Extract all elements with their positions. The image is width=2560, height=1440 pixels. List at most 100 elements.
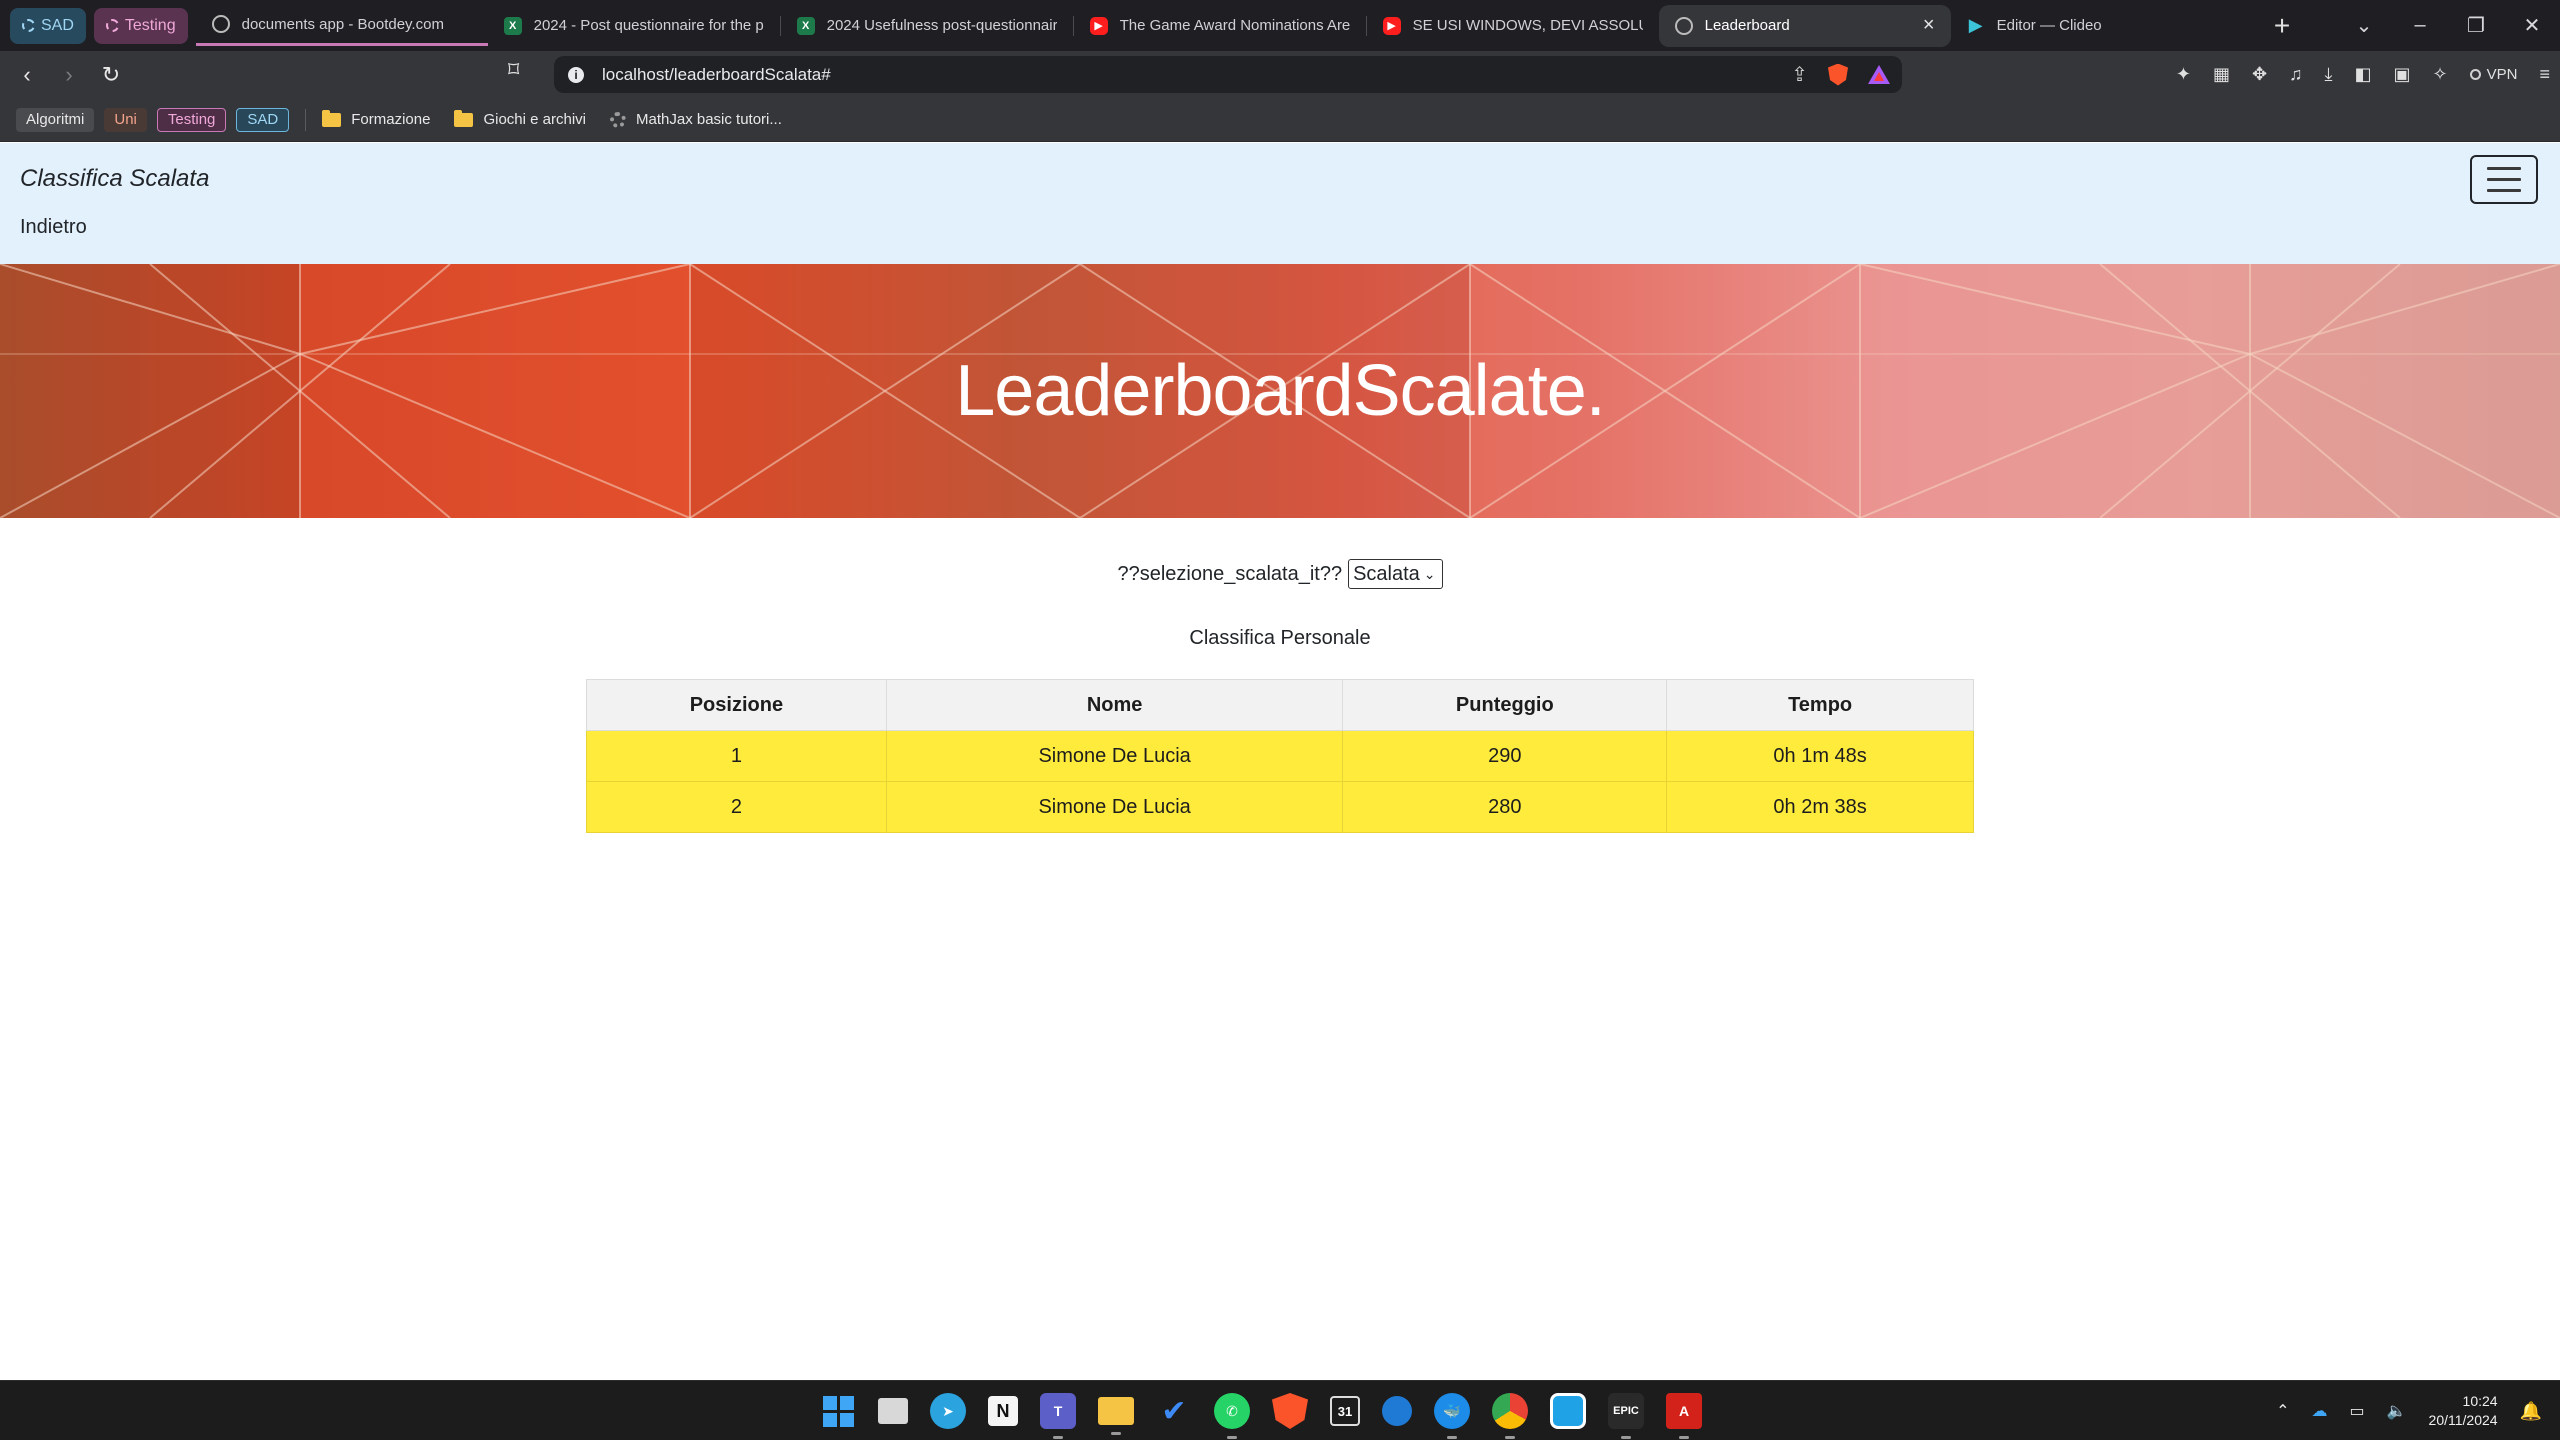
notion-icon[interactable]: N [988, 1396, 1018, 1426]
tab-group-sad[interactable]: SAD [10, 7, 86, 44]
extensions-puzzle-icon[interactable]: ✥ [2252, 64, 2267, 85]
forward-button[interactable]: › [50, 56, 88, 94]
new-tab-button[interactable]: + [2262, 6, 2302, 46]
close-tab-icon[interactable]: × [1923, 14, 1935, 37]
file-explorer-icon[interactable] [1098, 1397, 1134, 1435]
bookmark-group-testing[interactable]: Testing [156, 107, 227, 132]
address-text[interactable]: localhost/leaderboardScalata# [602, 65, 831, 85]
navbar-brand[interactable]: Classifica Scalata [20, 165, 209, 193]
epic-games-icon[interactable]: EPIC [1608, 1393, 1644, 1439]
table-row: 2 Simone De Lucia 280 0h 2m 38s [586, 781, 1974, 833]
whatsapp-icon[interactable]: ✆ [1214, 1393, 1250, 1439]
bookmark-label: Giochi e archivi [483, 111, 586, 128]
bookmark-folder-formazione[interactable]: Formazione [322, 109, 430, 128]
cell-nome: Simone De Lucia [885, 781, 1344, 833]
hamburger-bar [2487, 167, 2521, 170]
reload-button[interactable]: ↻ [92, 56, 130, 94]
menu-icon[interactable]: ≡ [2539, 64, 2550, 85]
scalata-select[interactable]: Scalata ⌄ [1348, 559, 1443, 589]
app-icon[interactable] [1550, 1393, 1586, 1429]
cell-posizione: 1 [586, 730, 887, 782]
bookmark-mathjax[interactable]: MathJax basic tutori... [610, 111, 782, 128]
task-view-icon[interactable] [878, 1398, 908, 1424]
table-row: 1 Simone De Lucia 290 0h 1m 48s [586, 730, 1974, 782]
windows-start-icon[interactable] [820, 1393, 856, 1429]
acrobat-icon[interactable]: A [1666, 1393, 1702, 1439]
qr-icon[interactable]: ▦ [2213, 64, 2230, 85]
bookmark-page-icon[interactable]: ⌑ [508, 57, 519, 83]
back-link[interactable]: Indietro [20, 216, 87, 239]
bookmark-label: MathJax basic tutori... [636, 111, 782, 128]
scalata-select-value: Scalata [1353, 562, 1420, 585]
volume-icon[interactable]: 🔈 [2387, 1401, 2407, 1421]
bookmark-group-uni[interactable]: Uni [104, 107, 147, 132]
clock[interactable]: 10:24 20/11/2024 [2429, 1392, 2498, 1430]
youtube-icon: ▶ [1089, 16, 1108, 35]
extension-icon[interactable]: ✦ [2176, 64, 2191, 85]
brave-icon[interactable] [1272, 1393, 1308, 1429]
network-icon[interactable]: ▭ [2350, 1401, 2365, 1421]
site-info-icon[interactable]: i [568, 66, 584, 83]
share-icon[interactable]: ⇪ [1791, 62, 1808, 87]
close-window-button[interactable]: ✕ [2504, 0, 2560, 51]
bookmark-group-sad[interactable]: SAD [236, 107, 290, 132]
leo-ai-icon[interactable]: ✧ [2433, 64, 2448, 85]
todo-icon[interactable]: ✔ [1156, 1393, 1192, 1429]
onedrive-icon[interactable]: ☁ [2312, 1401, 2328, 1421]
edge-icon[interactable] [1382, 1396, 1412, 1426]
tab-title: SE USI WINDOWS, DEVI ASSOLUTA [1412, 17, 1643, 34]
tab-documents-app[interactable]: documents app - Bootdey.com [195, 6, 488, 46]
tab-leaderboard[interactable]: Leaderboard × [1658, 4, 1951, 47]
hamburger-bar [2487, 189, 2521, 192]
hero-title: LeaderboardScalate. [955, 351, 1606, 431]
vpn-button[interactable]: VPN [2469, 66, 2517, 83]
tab-windows-video[interactable]: ▶ SE USI WINDOWS, DEVI ASSOLUTA [1367, 6, 1659, 46]
restore-button[interactable]: ❐ [2448, 0, 2504, 51]
tab-title: Editor — Clideo [1996, 17, 2102, 34]
tab-title: documents app - Bootdey.com [241, 15, 444, 33]
bookmark-separator [305, 108, 307, 131]
calendar-icon[interactable]: 31 [1330, 1396, 1360, 1426]
clock-date: 20/11/2024 [2428, 1412, 2498, 1428]
scalata-selector-label: ??selezione_scalata_it?? [1117, 562, 1343, 585]
folder-icon [454, 109, 474, 127]
tab-search-button[interactable]: ⌄ [2336, 0, 2392, 51]
excel-icon: X [503, 16, 522, 35]
leaderboard-table: Posizione Nome Punteggio Tempo 1 Simone … [586, 679, 1974, 833]
teams-icon[interactable]: T [1040, 1393, 1076, 1439]
docker-icon[interactable]: 🐳 [1434, 1393, 1470, 1439]
tab-clideo-editor[interactable]: ▶ Editor — Clideo [1951, 6, 2243, 46]
tab-title: 2024 Usefulness post-questionnair [826, 17, 1057, 34]
column-header-posizione: Posizione [586, 679, 887, 731]
wallet-icon[interactable]: ▣ [2394, 64, 2411, 85]
download-icon[interactable]: ⤓ [2325, 64, 2333, 85]
tab-group-testing[interactable]: Testing [93, 7, 188, 44]
browser-tab-bar: SAD Testing documents app - Bootdey.com … [0, 0, 2560, 51]
bookmark-folder-giochi[interactable]: Giochi e archivi [454, 109, 586, 128]
window-controls: ⌄ – ❐ ✕ [2336, 0, 2560, 51]
taskbar-apps: ➤ N T ✔ ✆ 31 🐳 EPIC A [820, 1381, 1702, 1440]
chrome-icon[interactable] [1492, 1393, 1528, 1439]
show-hidden-icons-icon[interactable]: ⌃ [2276, 1401, 2289, 1421]
tab-group-label: Testing [124, 16, 176, 34]
tab-post-questionnaire[interactable]: X 2024 - Post questionnaire for the p [488, 6, 780, 46]
tab-title: The Game Award Nominations Are [1119, 17, 1350, 34]
music-icon[interactable]: ♫ [2289, 64, 2303, 85]
brave-shields-icon[interactable] [1828, 63, 1848, 86]
minimize-button[interactable]: – [2392, 0, 2448, 51]
bookmark-group-algoritmi[interactable]: Algoritmi [16, 107, 95, 132]
excel-icon: X [796, 16, 815, 35]
sidebar-icon[interactable]: ◧ [2355, 64, 2372, 85]
tab-usefulness-questionnaire[interactable]: X 2024 Usefulness post-questionnair [781, 6, 1073, 46]
address-bar[interactable]: i localhost/leaderboardScalata# ⇪ [554, 56, 1902, 93]
site-navbar: Classifica Scalata Indietro [0, 143, 2560, 264]
back-button[interactable]: ‹ [8, 56, 46, 94]
address-bar-actions: ⇪ [1791, 56, 1890, 93]
navbar-toggler-button[interactable] [2470, 155, 2538, 204]
tab-group-label: SAD [41, 16, 74, 34]
notification-bell-icon[interactable]: 🔔 [2520, 1401, 2542, 1422]
telegram-icon[interactable]: ➤ [930, 1393, 966, 1429]
brave-rewards-icon[interactable] [1868, 65, 1890, 84]
tab-game-awards[interactable]: ▶ The Game Award Nominations Are [1074, 6, 1366, 46]
globe-icon [211, 15, 230, 33]
